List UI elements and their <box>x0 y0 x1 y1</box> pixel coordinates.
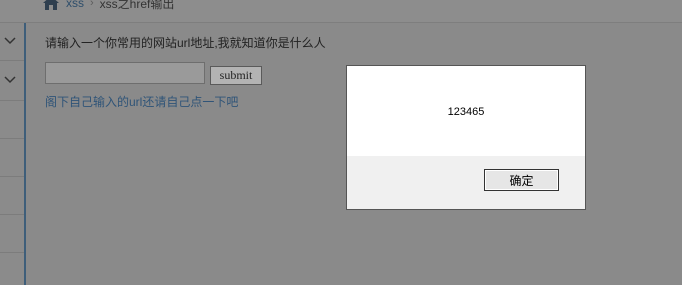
breadcrumb-separator: › <box>90 0 94 9</box>
alert-message: 123465 <box>447 106 485 118</box>
sidebar-row <box>0 100 24 139</box>
chevron-down-icon <box>4 76 16 84</box>
breadcrumb-link-xss[interactable]: xss <box>66 0 84 10</box>
alert-dialog: 123465 确定 <box>346 65 586 210</box>
alert-footer: 确定 <box>347 156 585 209</box>
sidebar-row <box>0 138 24 177</box>
sidebar-row <box>0 176 24 215</box>
prompt-text: 请输入一个你常用的网站url地址,我就知道你是什么人 <box>45 36 326 50</box>
home-icon[interactable] <box>42 0 60 11</box>
url-input[interactable] <box>45 62 205 84</box>
top-bar: xss › xss之href输出 <box>0 0 682 23</box>
submit-button[interactable]: submit <box>210 66 262 85</box>
sidebar-row <box>0 214 24 253</box>
hint-link[interactable]: 阁下自己输入的url还请自己点一下吧 <box>45 93 238 110</box>
ok-button[interactable]: 确定 <box>484 169 559 191</box>
breadcrumb-current: xss之href输出 <box>99 0 175 11</box>
sidebar-item-1[interactable] <box>0 23 24 61</box>
sidebar <box>0 23 26 285</box>
sidebar-item-2[interactable] <box>0 60 24 101</box>
breadcrumb: xss › xss之href输出 <box>42 0 174 12</box>
chevron-down-icon <box>4 37 16 45</box>
